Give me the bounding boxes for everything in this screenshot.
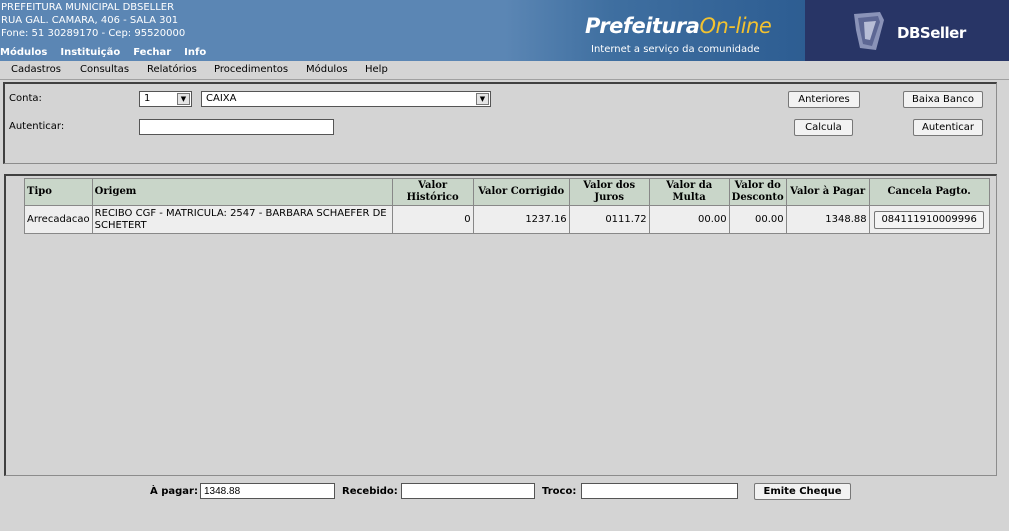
institution-address: RUA GAL. CAMARA, 406 - SALA 301 xyxy=(1,15,179,26)
header-banner: PREFEITURA MUNICIPAL DBSELLER RUA GAL. C… xyxy=(0,0,1009,61)
col-valor-desconto: Valor do Desconto xyxy=(728,178,787,206)
col-tipo: Tipo xyxy=(24,178,93,206)
conta-code-select[interactable]: 1 ▼ xyxy=(139,91,192,107)
institution-contact: Fone: 51 30289170 - Cep: 95520000 xyxy=(1,28,186,39)
a-pagar-label: À pagar: xyxy=(150,486,198,497)
top-menu-instituicao[interactable]: Instituição xyxy=(60,47,120,58)
top-menu-info[interactable]: Info xyxy=(184,47,206,58)
cell-tipo: Arrecadacao xyxy=(24,205,93,234)
menu-relatorios[interactable]: Relatórios xyxy=(147,64,197,75)
menu-consultas[interactable]: Consultas xyxy=(80,64,129,75)
cell-valor-juros: 0111.72 xyxy=(568,205,650,234)
cell-origem: RECIBO CGF - MATRICULA: 2547 - BARBARA S… xyxy=(91,205,393,234)
chevron-down-icon[interactable]: ▼ xyxy=(476,93,489,105)
top-menu: Módulos Instituição Fechar Info xyxy=(0,47,219,58)
cell-valor-corrigido: 1237.16 xyxy=(472,205,570,234)
top-menu-modulos[interactable]: Módulos xyxy=(0,47,47,58)
cell-valor-historico: 0 xyxy=(391,205,474,234)
table-row: Arrecadacao RECIBO CGF - MATRICULA: 2547… xyxy=(24,205,990,234)
menu-cadastros[interactable]: Cadastros xyxy=(11,64,61,75)
conta-name-value: CAIXA xyxy=(206,93,237,104)
troco-label: Troco: xyxy=(542,486,577,497)
col-valor-multa: Valor da Multa xyxy=(648,178,730,206)
cell-valor-multa: 00.00 xyxy=(648,205,730,234)
cell-cancela-pagto: 084111910009996 xyxy=(868,205,990,234)
prefeitura-online-logo: PrefeituraOn-line xyxy=(585,14,772,38)
baixa-banco-button[interactable]: Baixa Banco xyxy=(903,91,983,108)
vendor-name: DBSeller xyxy=(897,24,966,42)
autenticar-input[interactable] xyxy=(139,119,334,135)
conta-label: Conta: xyxy=(9,93,42,104)
menu-help[interactable]: Help xyxy=(365,64,388,75)
cell-valor-desconto: 00.00 xyxy=(728,205,787,234)
autenticar-label: Autenticar: xyxy=(9,121,65,132)
cancela-pagto-button[interactable]: 084111910009996 xyxy=(874,210,985,229)
col-origem: Origem xyxy=(91,178,393,206)
calcula-button[interactable]: Calcula xyxy=(794,119,853,136)
col-valor-pagar: Valor à Pagar xyxy=(785,178,870,206)
a-pagar-input[interactable] xyxy=(200,483,335,499)
conta-code-value: 1 xyxy=(144,93,151,104)
payment-form-panel: Conta: 1 ▼ CAIXA ▼ Anteriores Baixa Banc… xyxy=(3,82,997,164)
recebido-input[interactable] xyxy=(401,483,535,499)
portal-tagline: Internet a serviço da comunidade xyxy=(591,44,760,55)
col-valor-corrigido: Valor Corrigido xyxy=(472,178,570,206)
debts-table-panel: Tipo Origem Valor Histórico Valor Corrig… xyxy=(4,174,997,476)
menubar: Cadastros Consultas Relatórios Procedime… xyxy=(0,61,1009,80)
troco-input[interactable] xyxy=(581,483,738,499)
table-header-row: Tipo Origem Valor Histórico Valor Corrig… xyxy=(24,178,990,206)
cell-valor-pagar: 1348.88 xyxy=(785,205,870,234)
institution-name: PREFEITURA MUNICIPAL DBSELLER xyxy=(1,2,175,13)
col-cancela-pagto: Cancela Pagto. xyxy=(868,178,990,206)
emite-cheque-button[interactable]: Emite Cheque xyxy=(754,483,851,500)
menu-procedimentos[interactable]: Procedimentos xyxy=(214,64,288,75)
autenticar-button[interactable]: Autenticar xyxy=(913,119,983,136)
col-valor-historico: Valor Histórico xyxy=(391,178,474,206)
debts-table: Tipo Origem Valor Histórico Valor Corrig… xyxy=(24,178,990,234)
dbseller-logo-icon xyxy=(854,12,884,50)
top-menu-fechar[interactable]: Fechar xyxy=(133,47,171,58)
menu-modulos[interactable]: Módulos xyxy=(306,64,348,75)
chevron-down-icon[interactable]: ▼ xyxy=(177,93,190,105)
anteriores-button[interactable]: Anteriores xyxy=(788,91,860,108)
col-valor-juros: Valor dos Juros xyxy=(568,178,650,206)
conta-name-select[interactable]: CAIXA ▼ xyxy=(201,91,491,107)
recebido-label: Recebido: xyxy=(342,486,398,497)
